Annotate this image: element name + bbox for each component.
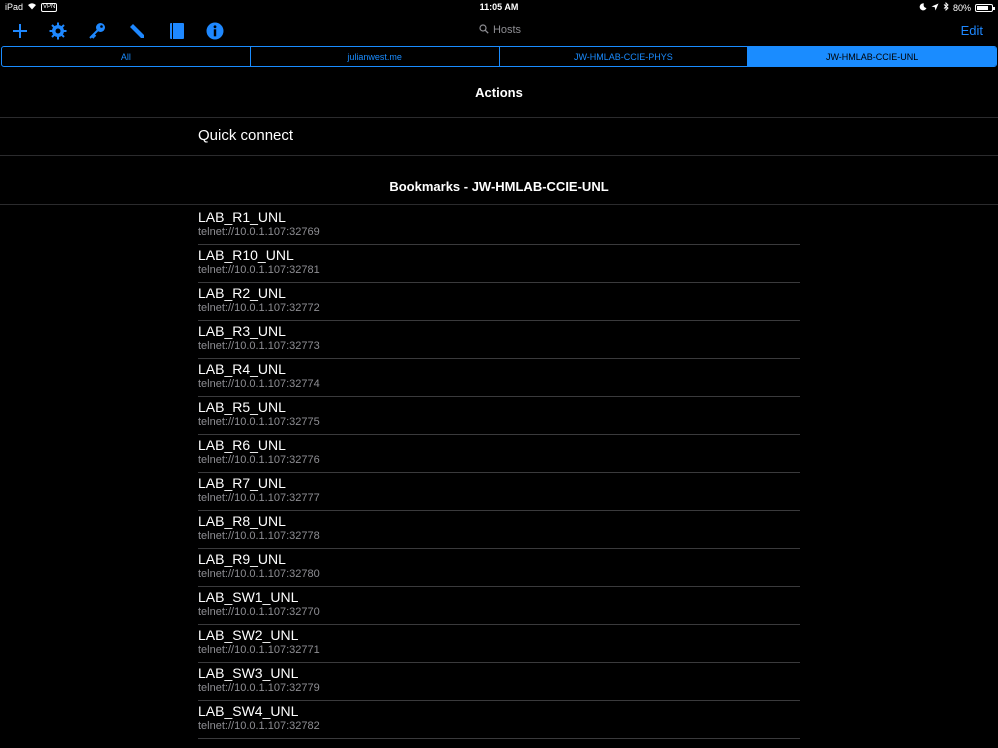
bookmark-name: LAB_SW3_UNL <box>198 665 299 681</box>
bookmark-item[interactable]: LAB_SW3_UNL telnet://10.0.1.107:32779 <box>198 663 800 701</box>
tab-julianwest[interactable]: julianwest.me <box>251 47 500 66</box>
bookmark-item[interactable]: LAB_R4_UNL telnet://10.0.1.107:32774 <box>198 359 800 397</box>
bluetooth-icon <box>943 1 949 13</box>
edit-button[interactable]: Edit <box>961 23 983 38</box>
book-icon[interactable] <box>166 20 188 42</box>
bookmark-item[interactable]: LAB_R5_UNL telnet://10.0.1.107:32775 <box>198 397 800 435</box>
bookmark-name: LAB_R9_UNL <box>198 551 286 567</box>
bookmark-item[interactable]: LAB_SW1_UNL telnet://10.0.1.107:32770 <box>198 587 800 625</box>
toolbar: Hosts Edit <box>0 14 998 46</box>
bookmark-url: telnet://10.0.1.107:32771 <box>198 644 320 656</box>
bookmark-name: LAB_R10_UNL <box>198 247 294 263</box>
bookmark-item[interactable]: LAB_R6_UNL telnet://10.0.1.107:32776 <box>198 435 800 473</box>
gear-icon[interactable] <box>47 20 69 42</box>
divider <box>0 204 998 205</box>
tab-ccie-unl[interactable]: JW-HMLAB-CCIE-UNL <box>748 47 996 66</box>
actions-header: Actions <box>475 85 523 100</box>
location-arrow-icon <box>931 3 939 13</box>
battery-percent: 80% <box>952 2 971 13</box>
bookmark-name: LAB_SW1_UNL <box>198 589 299 605</box>
bookmark-item[interactable]: LAB_R8_UNL telnet://10.0.1.107:32778 <box>198 511 800 549</box>
battery-icon <box>975 3 995 12</box>
bookmark-item[interactable]: LAB_SW4_UNL telnet://10.0.1.107:32782 <box>198 701 800 739</box>
bookmark-item[interactable]: LAB_R9_UNL telnet://10.0.1.107:32780 <box>198 549 800 587</box>
divider <box>0 117 998 118</box>
search-placeholder: Hosts <box>492 24 522 36</box>
pen-icon[interactable] <box>126 20 148 42</box>
bookmark-url: telnet://10.0.1.107:32775 <box>198 416 320 428</box>
bookmark-name: LAB_R5_UNL <box>198 399 286 415</box>
tab-ccie-phys[interactable]: JW-HMLAB-CCIE-PHYS <box>500 47 749 66</box>
bookmark-item[interactable]: LAB_R2_UNL telnet://10.0.1.107:32772 <box>198 283 800 321</box>
bookmark-url: telnet://10.0.1.107:32782 <box>198 720 320 732</box>
bookmark-url: telnet://10.0.1.107:32780 <box>198 568 320 580</box>
bookmark-name: LAB_R6_UNL <box>198 437 286 453</box>
bookmark-name: LAB_R3_UNL <box>198 323 286 339</box>
bookmark-url: telnet://10.0.1.107:32781 <box>198 264 320 276</box>
search-field[interactable]: Hosts <box>240 20 760 40</box>
bookmark-url: telnet://10.0.1.107:32773 <box>198 340 320 352</box>
bookmark-name: LAB_R4_UNL <box>198 361 286 377</box>
status-time: 11:05 AM <box>479 2 519 12</box>
bookmark-url: telnet://10.0.1.107:32772 <box>198 302 320 314</box>
plus-icon[interactable] <box>9 20 31 42</box>
bookmark-item[interactable]: LAB_SW2_UNL telnet://10.0.1.107:32771 <box>198 625 800 663</box>
bookmark-list: LAB_R1_UNL telnet://10.0.1.107:32769 LAB_… <box>198 207 800 739</box>
bookmark-url: telnet://10.0.1.107:32777 <box>198 492 320 504</box>
tab-all[interactable]: All <box>2 47 251 66</box>
bookmark-url: telnet://10.0.1.107:32769 <box>198 226 320 238</box>
bookmark-item[interactable]: LAB_R10_UNL telnet://10.0.1.107:32781 <box>198 245 800 283</box>
bookmark-name: LAB_R2_UNL <box>198 285 286 301</box>
bookmark-url: telnet://10.0.1.107:32778 <box>198 530 320 542</box>
status-right: 80% <box>919 1 995 13</box>
bookmark-name: LAB_R8_UNL <box>198 513 286 529</box>
bookmark-url: telnet://10.0.1.107:32770 <box>198 606 320 618</box>
bookmark-item[interactable]: LAB_R3_UNL telnet://10.0.1.107:32773 <box>198 321 800 359</box>
search-icon <box>479 23 489 37</box>
bookmark-name: LAB_SW2_UNL <box>198 627 299 643</box>
bookmark-item[interactable]: LAB_R1_UNL telnet://10.0.1.107:32769 <box>198 207 800 245</box>
bookmarks-header: Bookmarks - JW-HMLAB-CCIE-UNL <box>389 179 609 194</box>
divider <box>0 155 998 156</box>
bookmark-item[interactable]: LAB_R7_UNL telnet://10.0.1.107:32777 <box>198 473 800 511</box>
bookmark-name: LAB_R7_UNL <box>198 475 286 491</box>
group-segmented-control: All julianwest.me JW-HMLAB-CCIE-PHYS JW-… <box>1 46 997 67</box>
quick-connect-button[interactable]: Quick connect <box>198 127 293 144</box>
status-bar: iPad VPN 11:05 AM 80% <box>0 0 998 14</box>
battery-fill <box>977 5 989 10</box>
info-icon[interactable] <box>204 20 226 42</box>
bookmark-url: telnet://10.0.1.107:32779 <box>198 682 320 694</box>
key-icon[interactable] <box>86 20 108 42</box>
moon-icon <box>919 2 927 13</box>
bookmark-name: LAB_R1_UNL <box>198 209 286 225</box>
bookmark-url: telnet://10.0.1.107:32776 <box>198 454 320 466</box>
bookmark-name: LAB_SW4_UNL <box>198 703 299 719</box>
bookmark-url: telnet://10.0.1.107:32774 <box>198 378 320 390</box>
